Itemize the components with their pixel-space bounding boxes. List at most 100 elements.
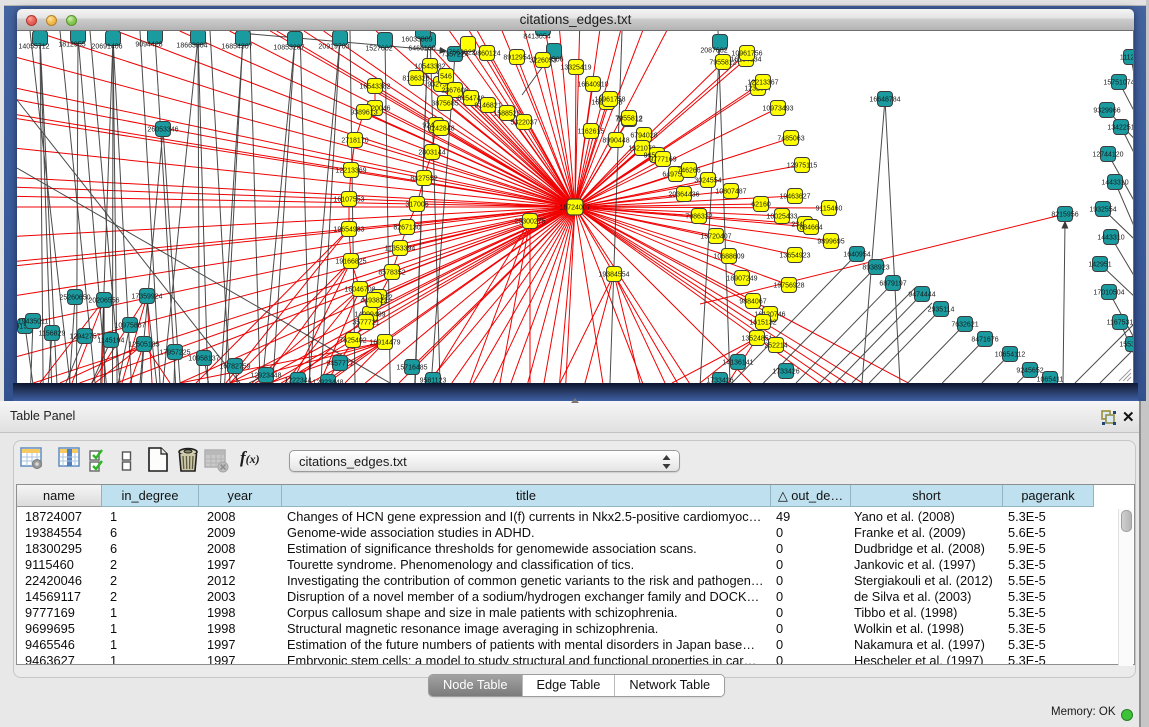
- svg-text:7955812: 7955812: [709, 59, 736, 66]
- svg-text:13654923: 13654923: [779, 252, 810, 259]
- svg-text:8912954: 8912954: [503, 54, 530, 61]
- svg-text:546: 546: [440, 73, 452, 80]
- svg-text:19166825: 19166825: [335, 258, 366, 265]
- svg-text:8413054: 8413054: [523, 34, 550, 41]
- svg-text:17359924: 17359924: [131, 293, 162, 300]
- svg-text:9899695: 9899695: [817, 238, 844, 245]
- svg-text:8427552: 8427552: [410, 175, 437, 182]
- svg-text:9777169: 9777169: [649, 156, 676, 163]
- svg-text:111240: 111240: [1120, 54, 1133, 61]
- svg-text:12744120: 12744120: [1092, 151, 1123, 158]
- svg-text:10807487: 10807487: [715, 188, 746, 195]
- svg-text:1222344: 1222344: [284, 377, 311, 383]
- svg-text:7632621: 7632621: [951, 321, 978, 328]
- svg-text:9581123: 9581123: [420, 377, 447, 383]
- svg-text:9146821: 9146821: [474, 102, 501, 109]
- svg-text:9329966: 9329966: [1093, 107, 1120, 114]
- svg-text:8186328: 8186328: [402, 75, 429, 82]
- svg-text:16107553: 16107553: [333, 196, 364, 203]
- svg-text:9860124: 9860124: [473, 50, 500, 57]
- svg-text:15751074: 15751074: [1103, 79, 1133, 86]
- svg-text:3024554: 3024554: [694, 177, 721, 184]
- svg-text:8938923: 8938923: [862, 264, 889, 271]
- svg-text:2718170: 2718170: [341, 137, 368, 144]
- svg-text:1932554: 1932554: [1089, 206, 1116, 213]
- svg-text:9094428: 9094428: [135, 42, 162, 49]
- svg-text:10853287: 10853287: [273, 45, 304, 52]
- svg-text:6466160: 6466160: [408, 46, 435, 53]
- svg-text:14136141: 14136141: [722, 359, 753, 366]
- svg-text:1065411: 1065411: [1037, 376, 1064, 383]
- svg-text:15716485: 15716485: [396, 364, 427, 371]
- svg-text:12923448: 12923448: [250, 372, 281, 379]
- svg-text:12975115: 12975115: [787, 162, 818, 169]
- svg-text:11353394: 11353394: [385, 245, 416, 252]
- svg-text:2803144: 2803144: [418, 149, 445, 156]
- svg-text:1156829: 1156829: [39, 330, 66, 337]
- svg-text:19756928: 19756928: [773, 282, 804, 289]
- svg-text:15720407: 15720407: [700, 233, 731, 240]
- svg-text:9884067: 9884067: [739, 298, 766, 305]
- svg-text:9242848: 9242848: [427, 125, 454, 132]
- svg-text:16640910: 16640910: [577, 81, 608, 88]
- svg-text:18907249: 18907249: [726, 275, 757, 282]
- svg-text:8471676: 8471676: [971, 336, 998, 343]
- svg-text:16961758: 16961758: [594, 96, 625, 103]
- svg-text:10025433: 10025433: [766, 213, 797, 220]
- svg-text:20206556: 20206556: [88, 297, 119, 304]
- svg-text:6794028: 6794028: [630, 132, 657, 139]
- svg-text:12213369: 12213369: [335, 167, 366, 174]
- svg-text:20364436: 20364436: [668, 191, 699, 198]
- svg-text:26053346: 26053346: [147, 126, 178, 133]
- svg-text:16648784: 16648784: [869, 96, 900, 103]
- svg-text:8578352: 8578352: [378, 269, 405, 276]
- svg-text:7663822: 7663822: [448, 50, 475, 57]
- svg-text:17010504: 17010504: [1093, 289, 1124, 296]
- svg-text:1733426: 1733426: [706, 377, 733, 383]
- svg-text:884664: 884664: [799, 224, 822, 231]
- svg-text:9474444: 9474444: [908, 291, 935, 298]
- svg-text:10654112: 10654112: [995, 351, 1026, 358]
- svg-text:19463627: 19463627: [779, 193, 810, 200]
- svg-text:9457771: 9457771: [326, 360, 353, 367]
- svg-text:1527602: 1527602: [365, 46, 392, 53]
- svg-text:5322037: 5322037: [510, 119, 537, 126]
- svg-text:142951: 142951: [1088, 261, 1111, 268]
- svg-text:16543382: 16543382: [359, 83, 390, 90]
- svg-text:7986322: 7986322: [685, 213, 712, 220]
- svg-text:25260650: 25260650: [59, 294, 90, 301]
- svg-text:1342251: 1342251: [1107, 124, 1133, 131]
- svg-text:20691406: 20691406: [91, 44, 122, 51]
- svg-text:10688609: 10688609: [713, 253, 744, 260]
- svg-text:19384554: 19384554: [598, 271, 629, 278]
- svg-text:13524851: 13524851: [741, 335, 772, 342]
- svg-text:10973493: 10973493: [762, 105, 793, 112]
- svg-text:62160: 62160: [751, 201, 771, 208]
- svg-text:9389613: 9389613: [350, 109, 377, 116]
- svg-text:12213367: 12213367: [747, 79, 778, 86]
- svg-text:1733426: 1733426: [772, 368, 799, 375]
- svg-text:16914479: 16914479: [369, 339, 400, 346]
- svg-text:8215956: 8215956: [1051, 211, 1078, 218]
- svg-text:7485063: 7485063: [777, 135, 804, 142]
- svg-text:18724007: 18724007: [559, 205, 590, 212]
- svg-text:10958137: 10958137: [188, 355, 219, 362]
- svg-text:8267130: 8267130: [393, 224, 420, 231]
- svg-text:16782759: 16782759: [219, 363, 250, 370]
- svg-text:1640954: 1640954: [843, 251, 870, 258]
- svg-text:7955812: 7955812: [615, 115, 642, 122]
- svg-text:19654983: 19654983: [333, 226, 364, 233]
- svg-text:10961756: 10961756: [731, 50, 762, 57]
- svg-text:12942757: 12942757: [69, 333, 100, 340]
- svg-text:12923448: 12923448: [312, 379, 343, 383]
- svg-text:16033809: 16033809: [401, 37, 432, 44]
- svg-text:1553521: 1553521: [1119, 341, 1133, 348]
- svg-text:3875685: 3875685: [431, 100, 458, 107]
- svg-text:1167531: 1167531: [1107, 319, 1133, 326]
- svg-text:16854307: 16854307: [221, 44, 252, 51]
- svg-text:746266: 746266: [677, 167, 700, 174]
- svg-text:1812955: 1812955: [58, 42, 85, 49]
- svg-text:3226053: 3226053: [529, 57, 556, 64]
- svg-text:4493822: 4493822: [360, 297, 387, 304]
- svg-text:7625402: 7625402: [339, 337, 366, 344]
